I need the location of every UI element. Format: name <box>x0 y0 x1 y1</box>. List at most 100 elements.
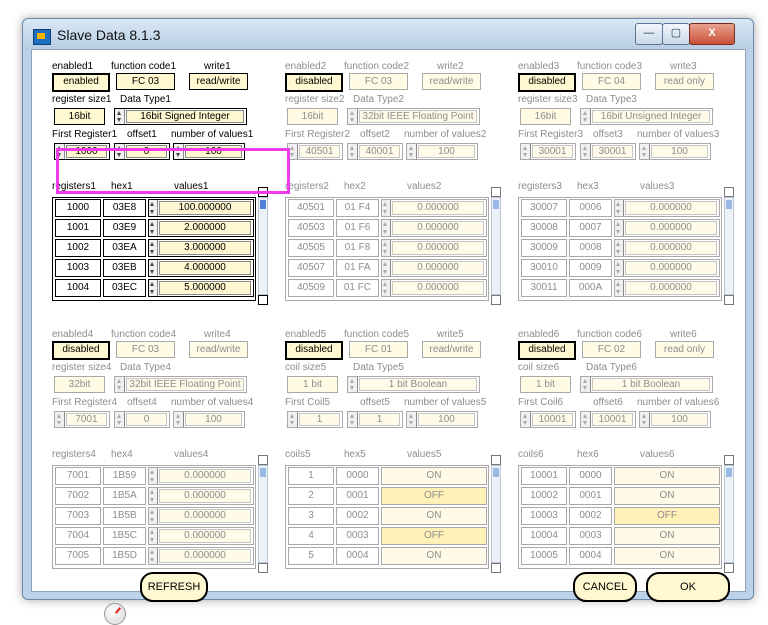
updown-arrows-icon[interactable] <box>615 220 624 236</box>
offset-input[interactable]: 40001 <box>347 143 403 160</box>
coil-value-button[interactable]: ON <box>614 547 720 565</box>
coil-value-button[interactable]: OFF <box>381 487 487 505</box>
coil-value-button[interactable]: OFF <box>381 527 487 545</box>
updown-arrows-icon[interactable] <box>149 468 158 484</box>
updown-arrows-icon[interactable] <box>615 280 624 296</box>
value-cell[interactable]: 0.000000 <box>381 239 487 257</box>
first-register-input[interactable]: 30001 <box>520 143 576 160</box>
data-type-selector[interactable]: 1 bit Boolean <box>347 376 480 393</box>
function-code-selector[interactable]: FC 03 <box>116 73 175 90</box>
number-of-values-input[interactable]: 100 <box>639 411 711 428</box>
write-mode-selector[interactable]: read/write <box>422 341 481 358</box>
offset-input[interactable]: 1 <box>347 411 403 428</box>
table-scrollbar[interactable] <box>258 465 268 563</box>
index-indicator-box[interactable] <box>491 187 501 197</box>
table-scrollbar[interactable] <box>491 465 501 563</box>
scroll-end-box[interactable] <box>491 563 501 573</box>
offset-input[interactable]: 30001 <box>580 143 636 160</box>
coil-value-button[interactable]: ON <box>381 467 487 485</box>
updown-arrows-icon[interactable] <box>348 109 358 124</box>
value-cell[interactable]: 0.000000 <box>614 259 720 277</box>
enabled-toggle[interactable]: disabled <box>518 73 576 92</box>
function-code-selector[interactable]: FC 02 <box>582 341 641 358</box>
value-cell[interactable]: 0.000000 <box>381 259 487 277</box>
scroll-end-box[interactable] <box>258 563 268 573</box>
size-selector[interactable]: 16bit <box>520 108 571 125</box>
updown-arrows-icon[interactable] <box>581 377 591 392</box>
write-mode-selector[interactable]: read/write <box>189 73 248 90</box>
updown-arrows-icon[interactable] <box>288 412 298 427</box>
value-cell[interactable]: 0.000000 <box>614 279 720 297</box>
updown-arrows-icon[interactable] <box>174 412 184 427</box>
updown-arrows-icon[interactable] <box>407 412 417 427</box>
enabled-toggle[interactable]: disabled <box>518 341 576 360</box>
coil-value-button[interactable]: ON <box>614 467 720 485</box>
scroll-end-box[interactable] <box>258 295 268 305</box>
coil-value-button[interactable]: ON <box>614 527 720 545</box>
updown-arrows-icon[interactable] <box>115 412 125 427</box>
updown-arrows-icon[interactable] <box>149 260 158 276</box>
value-cell[interactable]: 0.000000 <box>148 507 254 525</box>
updown-arrows-icon[interactable] <box>382 220 391 236</box>
value-cell[interactable]: 3.000000 <box>148 239 254 257</box>
table-scrollbar[interactable] <box>724 197 734 295</box>
value-cell[interactable]: 0.000000 <box>148 527 254 545</box>
data-type-selector[interactable]: 16bit Signed Integer <box>114 108 247 125</box>
data-type-selector[interactable]: 1 bit Boolean <box>580 376 713 393</box>
size-selector[interactable]: 32bit <box>54 376 105 393</box>
refresh-button[interactable]: REFRESH <box>140 572 208 602</box>
updown-arrows-icon[interactable] <box>615 200 624 216</box>
size-selector[interactable]: 16bit <box>287 108 338 125</box>
updown-arrows-icon[interactable] <box>115 377 125 392</box>
updown-arrows-icon[interactable] <box>149 220 158 236</box>
updown-arrows-icon[interactable] <box>348 412 358 427</box>
table-scrollbar[interactable] <box>258 197 268 295</box>
value-cell[interactable]: 5.000000 <box>148 279 254 297</box>
value-cell[interactable]: 0.000000 <box>381 219 487 237</box>
close-button[interactable]: X <box>689 23 735 45</box>
updown-arrows-icon[interactable] <box>149 488 158 504</box>
updown-arrows-icon[interactable] <box>581 109 591 124</box>
index-indicator-box[interactable] <box>491 455 501 465</box>
index-indicator-box[interactable] <box>258 455 268 465</box>
write-mode-selector[interactable]: read/write <box>422 73 481 90</box>
first-register-input[interactable]: 1 <box>287 411 343 428</box>
updown-arrows-icon[interactable] <box>348 377 358 392</box>
updown-arrows-icon[interactable] <box>149 240 158 256</box>
cancel-button[interactable]: CANCEL <box>573 572 637 602</box>
updown-arrows-icon[interactable] <box>640 144 650 159</box>
minimize-button[interactable]: — <box>635 23 663 45</box>
number-of-values-input[interactable]: 100 <box>173 411 245 428</box>
dial-knob-icon[interactable] <box>104 603 126 625</box>
enabled-toggle[interactable]: disabled <box>285 341 343 360</box>
function-code-selector[interactable]: FC 04 <box>582 73 641 90</box>
enabled-toggle[interactable]: enabled <box>52 73 110 92</box>
value-cell[interactable]: 0.000000 <box>381 199 487 217</box>
value-cell[interactable]: 0.000000 <box>614 239 720 257</box>
scrollbar-thumb[interactable] <box>493 468 499 477</box>
updown-arrows-icon[interactable] <box>149 528 158 544</box>
size-selector[interactable]: 1 bit <box>287 376 338 393</box>
data-type-selector[interactable]: 32bit IEEE Floating Point <box>114 376 247 393</box>
value-cell[interactable]: 4.000000 <box>148 259 254 277</box>
updown-arrows-icon[interactable] <box>55 412 65 427</box>
first-register-input[interactable]: 7001 <box>54 411 110 428</box>
coil-value-button[interactable]: ON <box>381 547 487 565</box>
ok-button[interactable]: OK <box>646 572 730 602</box>
table-scrollbar[interactable] <box>724 465 734 563</box>
scrollbar-thumb[interactable] <box>493 200 499 209</box>
value-cell[interactable]: 0.000000 <box>614 219 720 237</box>
updown-arrows-icon[interactable] <box>615 260 624 276</box>
first-register-input[interactable]: 10001 <box>520 411 576 428</box>
index-indicator-box[interactable] <box>724 455 734 465</box>
updown-arrows-icon[interactable] <box>149 280 158 296</box>
number-of-values-input[interactable]: 100 <box>639 143 711 160</box>
size-selector[interactable]: 16bit <box>54 108 105 125</box>
updown-arrows-icon[interactable] <box>382 260 391 276</box>
coil-value-button[interactable]: OFF <box>614 507 720 525</box>
updown-arrows-icon[interactable] <box>640 412 650 427</box>
coil-value-button[interactable]: ON <box>614 487 720 505</box>
updown-arrows-icon[interactable] <box>521 144 531 159</box>
number-of-values-input[interactable]: 100 <box>406 143 478 160</box>
write-mode-selector[interactable]: read/write <box>189 341 248 358</box>
